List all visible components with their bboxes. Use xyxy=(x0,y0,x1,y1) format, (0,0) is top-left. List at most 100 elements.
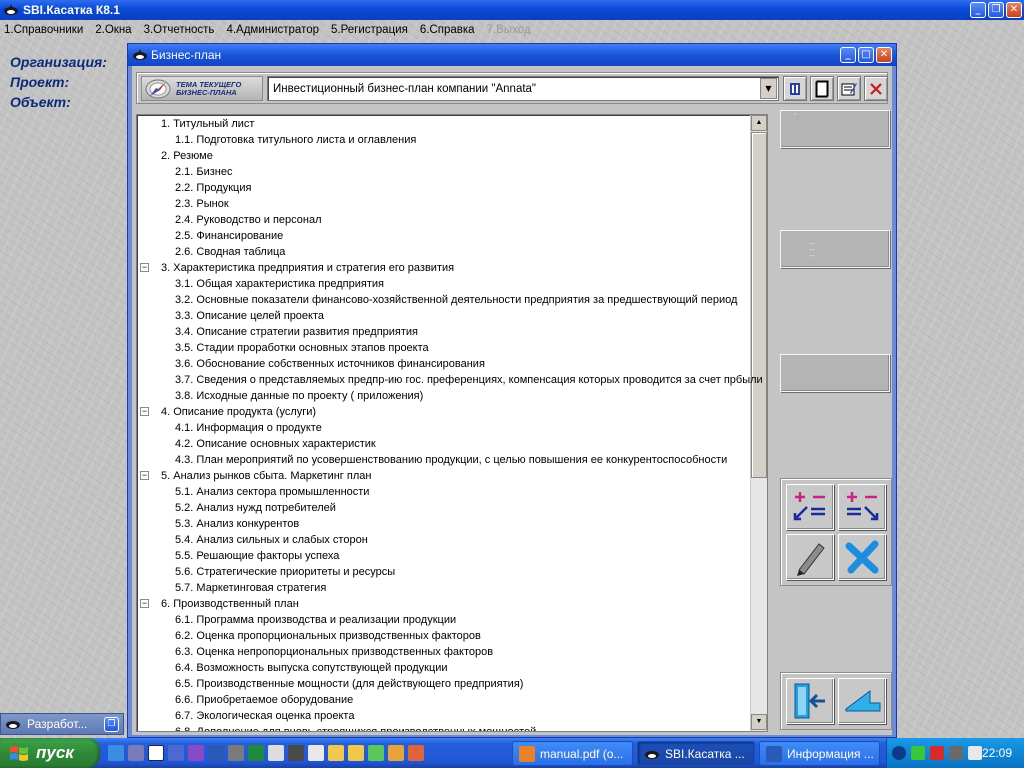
ie-icon[interactable] xyxy=(108,745,124,761)
task-information[interactable]: Информация ... xyxy=(759,741,880,766)
action-button-1[interactable]: ¨ xyxy=(780,110,890,148)
tree-item[interactable]: 6.6. Приобретаемое оборудование xyxy=(175,692,353,708)
tree-item[interactable]: 3.1. Общая характеристика предприятия xyxy=(175,276,384,292)
app-icon-1[interactable] xyxy=(168,745,184,761)
tree-item[interactable]: 3.8. Исходные данные по проекту ( прилож… xyxy=(175,388,423,404)
window-minimize-button[interactable]: _ xyxy=(840,47,856,63)
ico-icon[interactable] xyxy=(308,745,324,761)
business-plan-titlebar[interactable]: Бизнес-план _ □ ✕ xyxy=(128,44,896,66)
tray-volume-icon[interactable] xyxy=(968,746,982,760)
tree-item[interactable]: 6.7. Экологическая оценка проекта xyxy=(175,708,354,724)
tree-collapse-icon[interactable]: − xyxy=(140,599,149,608)
tray-app-icon[interactable] xyxy=(949,746,963,760)
network-icon[interactable] xyxy=(128,745,144,761)
tree-item[interactable]: 5.2. Анализ нужд потребителей xyxy=(175,500,336,516)
tree-item[interactable]: 5.3. Анализ конкурентов xyxy=(175,516,299,532)
tree-item[interactable]: 5.7. Маркетинговая стратегия xyxy=(175,580,326,596)
tree-item[interactable]: 6.3. Оценка непропорциональных призводст… xyxy=(175,644,493,660)
app-icon-3[interactable] xyxy=(288,745,304,761)
tree-item[interactable]: 1.1. Подготовка титульного листа и оглав… xyxy=(175,132,416,148)
tree-item[interactable]: 2.5. Финансирование xyxy=(175,228,283,244)
menu-item-reports[interactable]: 3.Отчетность xyxy=(144,24,215,36)
tree-item[interactable]: 2.4. Руководство и персонал xyxy=(175,212,322,228)
tree-item[interactable]: 5.1. Анализ сектора промышленности xyxy=(175,484,369,500)
edit-button[interactable] xyxy=(786,534,834,580)
tree-item[interactable]: 4.3. План мероприятий по усовершенствова… xyxy=(175,452,727,468)
tray-arrow-icon[interactable] xyxy=(892,746,906,760)
tree-item[interactable]: 6.2. Оценка пропорциональных призводстве… xyxy=(175,628,481,644)
action-button-3[interactable] xyxy=(780,354,890,392)
edit-note-button[interactable] xyxy=(837,76,861,101)
calc-icon[interactable] xyxy=(268,745,284,761)
menu-item-directories[interactable]: 1.Справочники xyxy=(4,24,83,36)
info-icon[interactable] xyxy=(148,745,164,761)
tree-item[interactable]: 5.6. Стратегические приоритеты и ресурсы xyxy=(175,564,395,580)
scroll-thumb[interactable] xyxy=(751,132,767,478)
insert-after-button[interactable] xyxy=(838,484,886,530)
tree-item[interactable]: 2.1. Бизнес xyxy=(175,164,233,180)
app-icon-5[interactable] xyxy=(408,745,424,761)
menu-item-registration[interactable]: 5.Регистрация xyxy=(331,24,408,36)
tree-scrollbar[interactable]: ▲ ▼ xyxy=(750,115,767,731)
tree-section[interactable]: 3. Характеристика предприятия и стратеги… xyxy=(161,260,454,276)
app-icon-4[interactable] xyxy=(368,745,384,761)
tree-collapse-icon[interactable]: − xyxy=(140,471,149,480)
action-button-2[interactable]: -- -- -- xyxy=(780,230,890,268)
tree-item[interactable]: 4.1. Информация о продукте xyxy=(175,420,322,436)
delete-item-button[interactable] xyxy=(838,534,886,580)
new-page-button[interactable] xyxy=(810,76,834,101)
tree-item[interactable]: 5.5. Решающие факторы успеха xyxy=(175,548,339,564)
tray-network-icon[interactable] xyxy=(911,746,925,760)
tree-collapse-icon[interactable]: − xyxy=(140,263,149,272)
app-restore-button[interactable]: ❐ xyxy=(988,2,1004,18)
minimized-restore-button[interactable]: ❐ xyxy=(104,717,119,732)
app-close-button[interactable]: ✕ xyxy=(1006,2,1022,18)
tree-section[interactable]: 1. Титульный лист xyxy=(161,116,254,132)
tree-item[interactable]: 3.3. Описание целей проекта xyxy=(175,308,324,324)
folder-icon-2[interactable] xyxy=(348,745,364,761)
exit-door-button[interactable] xyxy=(786,678,834,724)
menu-item-windows[interactable]: 2.Окна xyxy=(95,24,131,36)
tree-item[interactable]: 6.1. Программа производства и реализации… xyxy=(175,612,456,628)
firefox-icon[interactable] xyxy=(388,745,404,761)
media-icon[interactable] xyxy=(188,745,204,761)
tree-item[interactable]: 3.4. Описание стратегии развития предпри… xyxy=(175,324,418,340)
tree-item[interactable]: 3.7. Сведения о представляемых предпр-ию… xyxy=(175,372,763,388)
folder-icon[interactable] xyxy=(328,745,344,761)
plan-select[interactable]: Инвестиционный бизнес-план компании "Ann… xyxy=(267,76,779,101)
menu-item-admin[interactable]: 4.Администратор xyxy=(226,24,319,36)
task-manual-pdf[interactable]: manual.pdf (о... xyxy=(512,741,633,766)
delete-button[interactable] xyxy=(864,76,888,101)
tree-item[interactable]: 2.6. Сводная таблица xyxy=(175,244,285,260)
tree-item[interactable]: 6.5. Производственные мощности (для дейс… xyxy=(175,676,523,692)
tree-item[interactable]: 2.3. Рынок xyxy=(175,196,229,212)
back-arrow-button[interactable] xyxy=(838,678,886,724)
scroll-down-arrow-icon[interactable]: ▼ xyxy=(751,714,767,730)
task-sbi-kasatka[interactable]: SBI.Касатка ... xyxy=(637,741,755,766)
minimized-window[interactable]: Разработ... ❐ xyxy=(0,713,124,735)
tree-item[interactable]: 2.2. Продукция xyxy=(175,180,251,196)
word-icon[interactable] xyxy=(208,745,224,761)
scroll-up-arrow-icon[interactable]: ▲ xyxy=(751,115,767,131)
open-book-button[interactable] xyxy=(783,76,807,101)
window-maximize-button[interactable]: □ xyxy=(858,47,874,63)
dropdown-arrow-icon[interactable]: ▼ xyxy=(760,78,777,99)
tree-section[interactable]: 4. Описание продукта (услуги) xyxy=(161,404,316,420)
app-titlebar[interactable]: SBI.Касатка К8.1 _ ❐ ✕ xyxy=(0,0,1024,20)
tree-item[interactable]: 6.8. Дополнение для вновь строящихся про… xyxy=(175,724,536,731)
clock[interactable]: 22:09 xyxy=(982,746,1012,760)
tree-item[interactable]: 5.4. Анализ сильных и слабых сторон xyxy=(175,532,368,548)
app-icon-2[interactable] xyxy=(228,745,244,761)
tree-section[interactable]: 5. Анализ рынков сбыта. Маркетинг план xyxy=(161,468,371,484)
window-close-button[interactable]: ✕ xyxy=(876,47,892,63)
tray-antivirus-icon[interactable] xyxy=(930,746,944,760)
tree-item[interactable]: 3.6. Обоснование собственных источников … xyxy=(175,356,485,372)
insert-before-button[interactable] xyxy=(786,484,834,530)
menu-item-help[interactable]: 6.Справка xyxy=(420,24,475,36)
tree-section[interactable]: 6. Производственный план xyxy=(161,596,299,612)
tree-item[interactable]: 3.2. Основные показатели финансово-хозяй… xyxy=(175,292,737,308)
tree-item[interactable]: 4.2. Описание основных характеристик xyxy=(175,436,376,452)
tree-item[interactable]: 6.4. Возможность выпуска сопутствующей п… xyxy=(175,660,448,676)
app-minimize-button[interactable]: _ xyxy=(970,2,986,18)
start-button[interactable]: пуск xyxy=(0,738,100,768)
